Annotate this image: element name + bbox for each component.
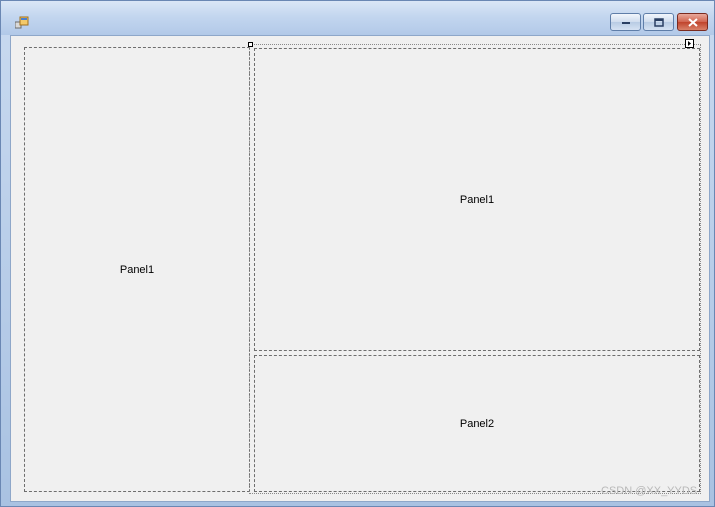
split-bottom-panel-label: Panel2 <box>459 417 495 430</box>
split-bottom-panel[interactable]: Panel2 <box>254 355 700 492</box>
form-client-area[interactable]: Panel1 Panel1 Panel2 <box>10 35 710 502</box>
resize-handle[interactable] <box>248 42 253 47</box>
smart-tag-button[interactable] <box>685 39 694 48</box>
minimize-button[interactable] <box>610 13 641 31</box>
left-panel-label: Panel1 <box>119 263 155 276</box>
title-bar[interactable] <box>1 1 714 35</box>
watermark: CSDN @XX_YYDS <box>601 485 698 497</box>
maximize-icon <box>653 17 664 27</box>
maximize-button[interactable] <box>643 13 674 31</box>
left-panel[interactable]: Panel1 <box>24 47 250 492</box>
split-top-panel[interactable]: Panel1 <box>254 48 700 351</box>
close-button[interactable] <box>677 13 708 31</box>
close-icon <box>687 17 698 27</box>
minimize-icon <box>621 22 630 24</box>
arrow-right-icon <box>688 41 691 46</box>
split-top-panel-label: Panel1 <box>459 193 495 206</box>
app-icon <box>15 16 29 29</box>
form-window: Panel1 Panel1 Panel2 CSDN @XX_YYDS <box>0 0 715 507</box>
split-container[interactable]: Panel1 Panel2 <box>249 44 701 494</box>
